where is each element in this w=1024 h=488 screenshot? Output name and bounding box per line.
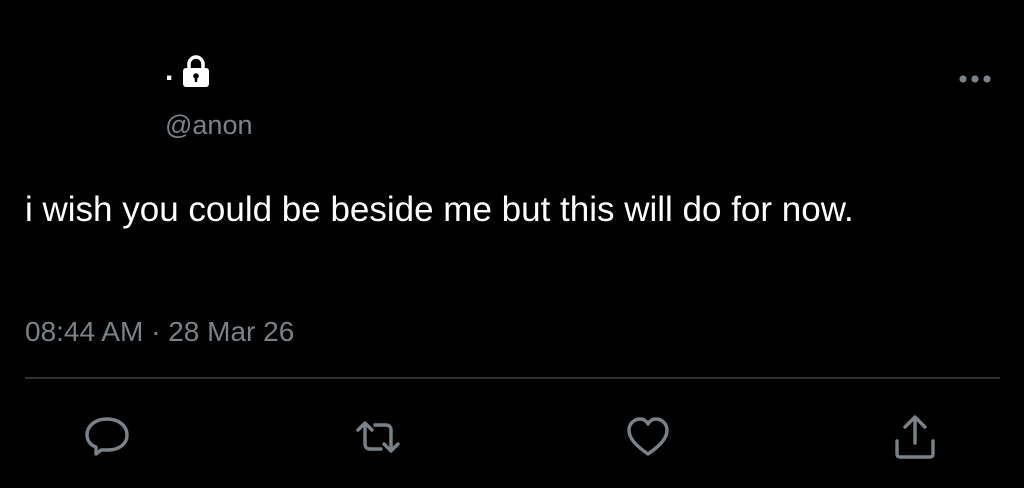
share-icon: [895, 415, 935, 459]
retweet-icon: [356, 421, 400, 453]
reply-icon: [85, 417, 129, 456]
tweet-time[interactable]: 08:44 AM: [25, 316, 143, 347]
like-icon: [627, 417, 669, 456]
author-display-name[interactable]: .: [165, 56, 173, 88]
author-handle[interactable]: @anon: [165, 109, 252, 141]
lock-icon: [181, 54, 211, 88]
retweet-button[interactable]: [353, 412, 403, 462]
author-name-row[interactable]: .: [165, 48, 211, 88]
divider: [25, 377, 1000, 379]
share-button[interactable]: [890, 412, 940, 462]
reply-button[interactable]: [82, 412, 132, 462]
tweet-detail: . @anon i wish you could be beside me bu…: [0, 0, 1024, 488]
meta-separator: ·: [151, 316, 161, 347]
tweet-text: i wish you could be beside me but this w…: [25, 190, 854, 229]
more-options-button[interactable]: [955, 66, 995, 92]
like-button[interactable]: [623, 412, 673, 462]
tweet-date[interactable]: 28 Mar 26: [168, 316, 294, 347]
tweet-timestamp: 08:44 AM · 28 Mar 26: [25, 312, 294, 352]
more-horizontal-icon: [959, 75, 991, 83]
